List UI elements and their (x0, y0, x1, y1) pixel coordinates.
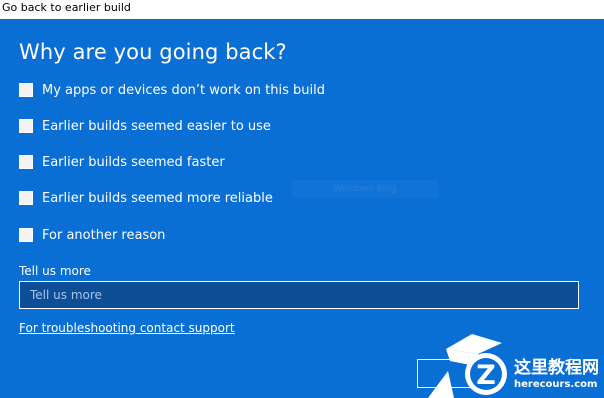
option-easier[interactable]: Earlier builds seemed easier to use (19, 117, 271, 135)
easier-label: Earlier builds seemed easier to use (42, 118, 271, 134)
title-bar: Go back to earlier build (0, 0, 604, 19)
another-reason-checkbox[interactable] (19, 228, 33, 242)
site-logo-url: herecours.com (514, 379, 598, 390)
option-reliable[interactable]: Earlier builds seemed more reliable (19, 189, 273, 207)
go-back-window: Go back to earlier build Why are you goi… (0, 0, 604, 398)
page-heading: Why are you going back? (19, 40, 287, 64)
another-reason-label: For another reason (42, 227, 166, 243)
watermark-text: Windows Blog (333, 184, 397, 194)
option-apps-devices[interactable]: My apps or devices don’t work on this bu… (19, 81, 325, 99)
svg-text:Z: Z (476, 360, 496, 391)
troubleshooting-support-link[interactable]: For troubleshooting contact support (19, 321, 235, 335)
window-title: Go back to earlier build (2, 1, 131, 14)
reliable-label: Earlier builds seemed more reliable (42, 190, 273, 206)
site-logo-name: 这里教程网 (514, 358, 599, 378)
reliable-checkbox[interactable] (19, 191, 33, 205)
option-faster[interactable]: Earlier builds seemed faster (19, 153, 225, 171)
faster-checkbox[interactable] (19, 155, 33, 169)
apps-devices-checkbox[interactable] (19, 83, 33, 97)
easier-checkbox[interactable] (19, 119, 33, 133)
tell-us-more-input[interactable] (19, 281, 579, 309)
option-another-reason[interactable]: For another reason (19, 226, 165, 244)
watermark: Windows Blog (292, 180, 438, 198)
site-logo: Z 这里教程网 herecours.com (428, 331, 604, 398)
tell-us-more-label: Tell us more (19, 264, 91, 278)
faster-label: Earlier builds seemed faster (42, 154, 225, 170)
apps-devices-label: My apps or devices don’t work on this bu… (42, 82, 325, 98)
